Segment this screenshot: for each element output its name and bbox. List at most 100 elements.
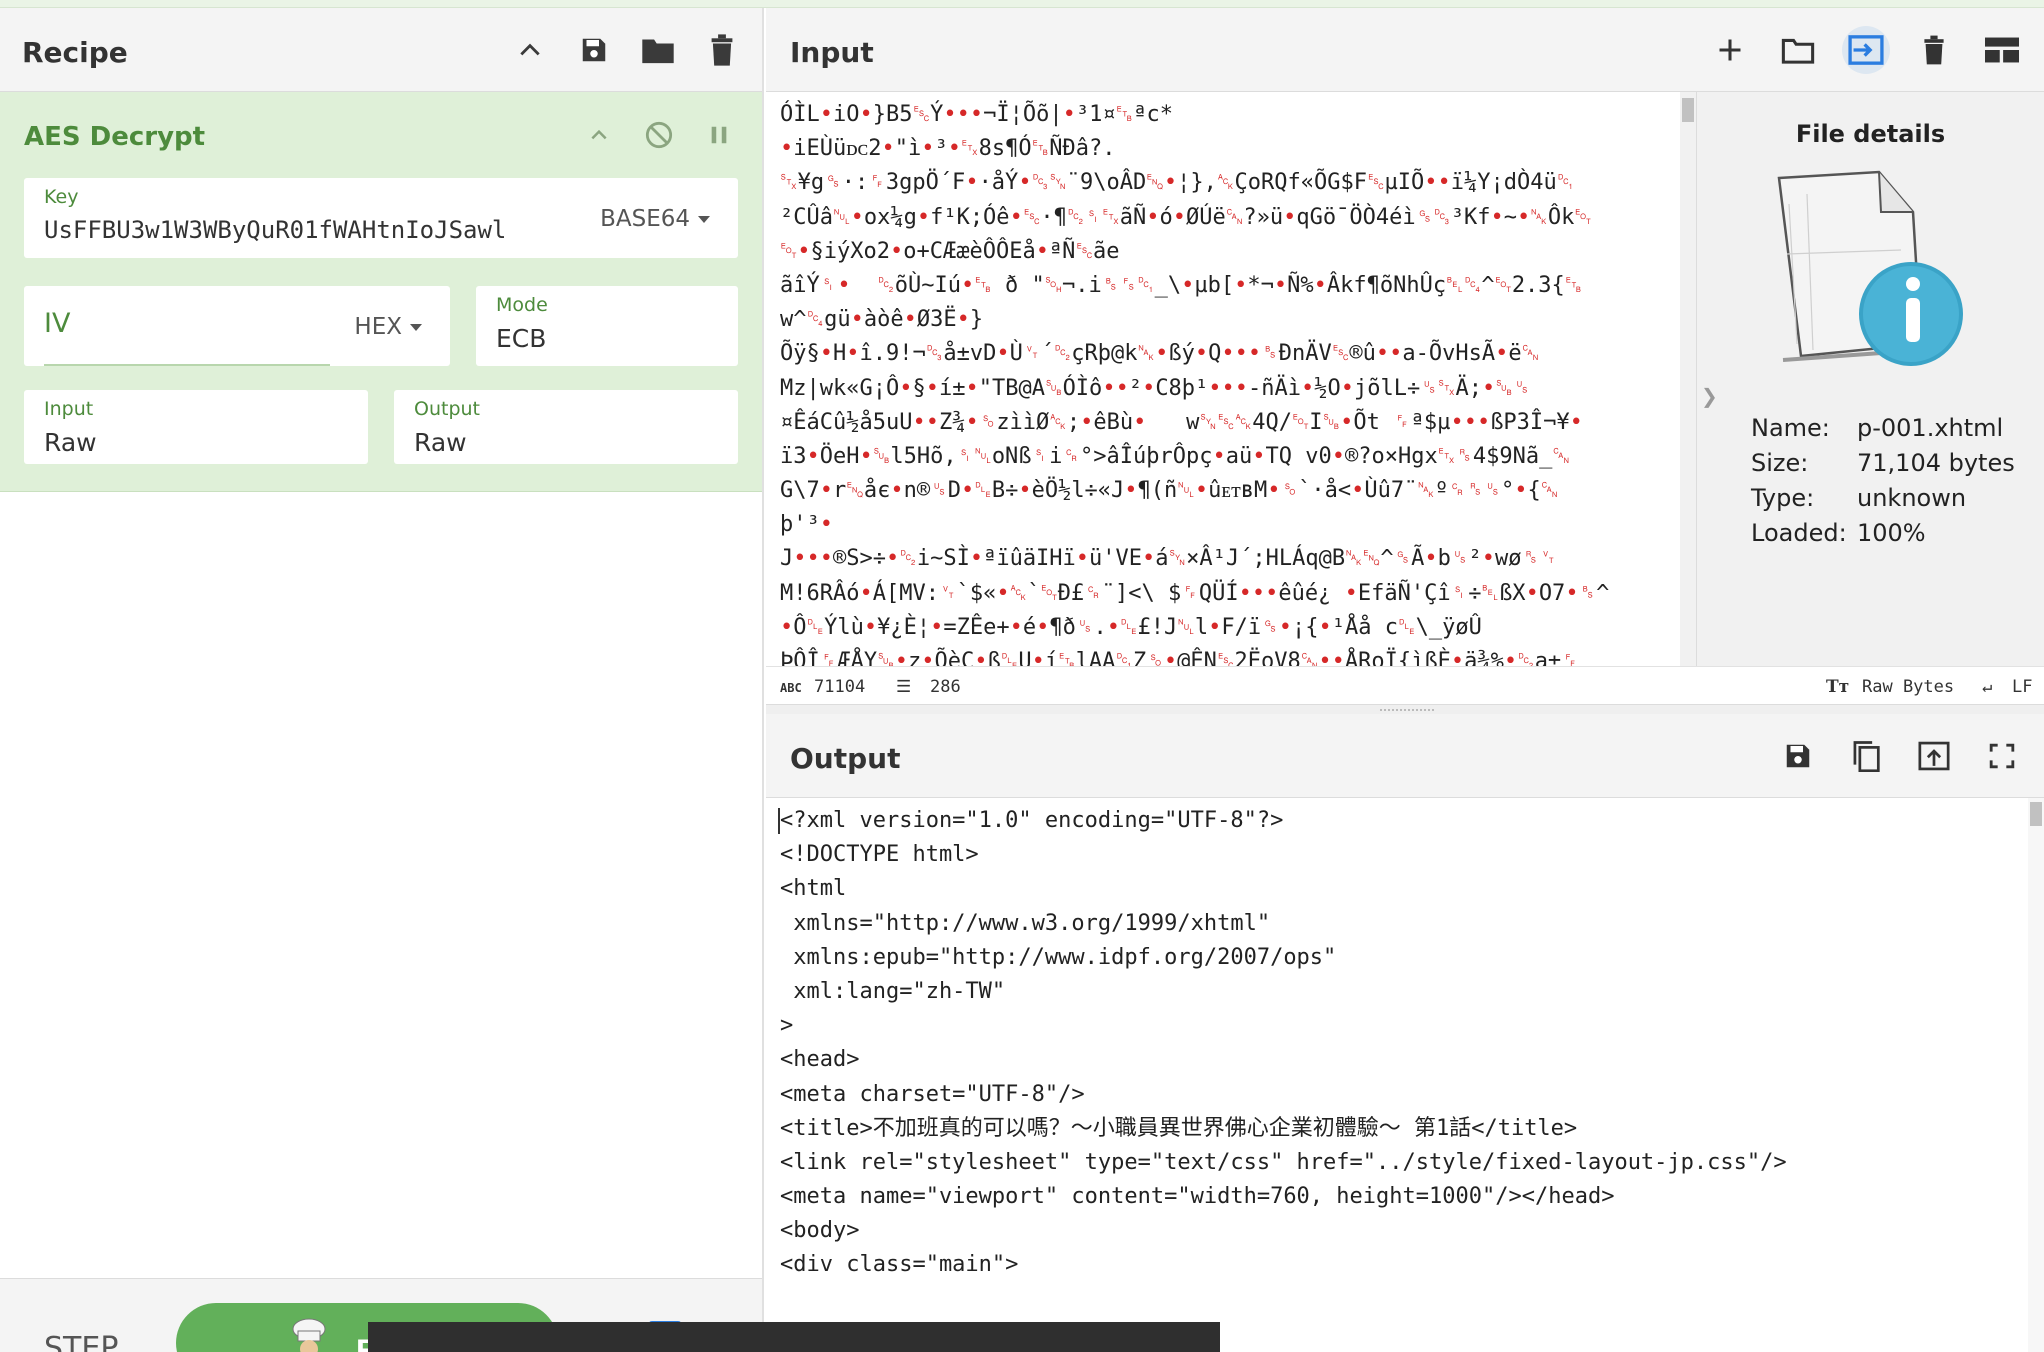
output-textarea[interactable]: <?xml version="1.0" encoding="UTF-8"?> <!… bbox=[766, 798, 2028, 1352]
mode-label: Mode bbox=[496, 294, 548, 316]
recipe-title: Recipe bbox=[22, 36, 128, 69]
output-format-label: Output bbox=[414, 398, 480, 420]
open-file-import-icon[interactable] bbox=[1842, 26, 1890, 74]
key-field[interactable]: Key UsFFBU3w1W3WByQuR01fWAHtnIoJSawl BAS… bbox=[24, 178, 738, 258]
open-folder-icon[interactable] bbox=[1774, 26, 1822, 74]
file-detail-key: Type: bbox=[1751, 483, 1815, 512]
load-recipe-folder-icon[interactable] bbox=[640, 32, 676, 68]
output-format-field[interactable]: Output Raw bbox=[394, 390, 738, 464]
input-format-field[interactable]: Input Raw bbox=[24, 390, 368, 464]
input-line: •Ô␐Ýlù•¥¿È¦•=ZÊe+•é•¶ð␟.•␐£!J␀l•F/ï␝•¡{•… bbox=[780, 614, 1482, 640]
input-line: w^␔gü•àòê•Ø3Ë•} bbox=[780, 307, 984, 333]
input-line: J•••®S>÷•␒i~SÌ•ªïûäIHï•ü'VE•á␖×Â¹J´;HLÁq… bbox=[780, 546, 1557, 572]
input-line: Õÿ§•H•î.9!¬␓å±vD•Ù␋´␒çRþ@k␕•ßý•Q•••␈ÐnÄV… bbox=[780, 341, 1540, 367]
iv-placeholder[interactable]: IV bbox=[44, 308, 70, 339]
output-title: Output bbox=[790, 742, 901, 775]
file-details-panel: ❯ File details Name: p-001.xhtml Size: 71,1… bbox=[1696, 92, 2044, 666]
iv-field[interactable]: IV HEX bbox=[24, 286, 450, 366]
input-line: ï3•ÖeH•␚l5Hõ,␏␀oNß␏i␍°>âÎúþrÔpç•aü•TQ v0… bbox=[780, 443, 1570, 469]
eol-icon: ↵ bbox=[1982, 677, 1993, 697]
disable-operation-icon[interactable] bbox=[644, 120, 674, 150]
step-button[interactable]: STEP bbox=[44, 1331, 118, 1352]
mode-value[interactable]: ECB bbox=[496, 324, 546, 353]
input-eol[interactable]: LF bbox=[2012, 677, 2032, 697]
input-line: ¤ÊáCû½å5uU••Z¾•␎zììØ␆;•êBù• w␖␛␆4Q/␄I␚•Õ… bbox=[780, 409, 1583, 435]
input-line: ãîÝ␏• ␒õÙ~Iú•␗ ð "␁¬.i␈␜␑_\•µb[•*¬•Ñ%•Âk… bbox=[780, 272, 1583, 298]
operation-title: AES Decrypt bbox=[24, 122, 206, 152]
key-label: Key bbox=[44, 186, 79, 208]
file-detail-key: Size: bbox=[1751, 448, 1809, 477]
input-line: ²CÛâ␀•ox¼g•f¹K;Óê•␛·¶␒␏␃ãÑ•ó•ØÚë␘?»ü•qGö… bbox=[780, 204, 1592, 230]
file-detail-value: unknown bbox=[1857, 483, 1967, 512]
file-detail-value: 71,104 bytes bbox=[1857, 448, 2015, 477]
save-output-icon[interactable] bbox=[1774, 732, 1822, 780]
copy-output-icon[interactable] bbox=[1842, 732, 1890, 780]
io-panel: Input ÓÌL•iO•}B5␛Ý•••¬Ï¦Õõ|•³1¤␗ªc* •iEÙ… bbox=[766, 8, 2044, 1352]
maximise-output-icon[interactable] bbox=[1978, 732, 2026, 780]
output-line: xmlns="http://www.w3.org/1999/xhtml" bbox=[780, 910, 1271, 936]
clear-recipe-trash-icon[interactable] bbox=[704, 32, 740, 68]
output-line: <html bbox=[780, 876, 847, 902]
file-detail-value: 100% bbox=[1857, 518, 1926, 547]
input-line: ␄•§iýXo2•o+CÆæèÔÔEå•ªÑ␛ãe bbox=[780, 238, 1120, 264]
abc-length-icon: ABC bbox=[780, 681, 802, 695]
input-line: G\7•r␅åє•n®␟D•␐B÷•èÖ½l÷«J•¶(ñ␀•ûᴇᴛʙM•␎`·… bbox=[780, 478, 1559, 504]
input-line: ␂¥g␝·:␌3gpÖ´F•·åÝ•␓␖¨9\oÂD␅•¦},␆ÇoRQf«ÕG… bbox=[780, 170, 1575, 196]
text-cursor bbox=[778, 808, 780, 834]
input-line: ÓÌL•iO•}B5␛Ý•••¬Ï¦Õõ|•³1¤␗ªc* bbox=[780, 102, 1173, 127]
layout-toggle-icon[interactable] bbox=[1978, 26, 2026, 74]
output-line: <meta charset="UTF-8"/> bbox=[780, 1081, 1085, 1107]
replace-input-icon[interactable] bbox=[1910, 732, 1958, 780]
input-status-bar: ABC 71104 ☰ 286 Tт Raw Bytes ↵ LF bbox=[766, 666, 2044, 704]
top-strip bbox=[0, 0, 2044, 8]
input-title: Input bbox=[790, 36, 874, 69]
cyberchef-app: Recipe AES Decrypt Key UsFFBU3w1W3WByQuR… bbox=[0, 0, 2044, 1352]
output-line: <body> bbox=[780, 1218, 860, 1244]
file-details-list: Name: p-001.xhtml Size: 71,104 bytes Type: un… bbox=[1751, 410, 2015, 550]
input-line: Mz|wk«G¡Ô•§•í±•"TB@A␚ÓÌô••²•C8þ¹•••-ñÄì•… bbox=[780, 375, 1531, 401]
add-tab-plus-icon[interactable] bbox=[1706, 26, 1754, 74]
iv-underline bbox=[44, 364, 330, 366]
aes-decrypt-operation: AES Decrypt Key UsFFBU3w1W3WByQuR01fWAHt… bbox=[0, 92, 762, 492]
input-textarea[interactable]: ÓÌL•iO•}B5␛Ý•••¬Ï¦Õõ|•³1¤␗ªc* •iEÙüᴅᴄ2•"ì… bbox=[766, 92, 1680, 666]
output-scrollbar[interactable] bbox=[2028, 798, 2044, 1352]
input-line: M!6RÂó•Á[MV:␋`$«•␆`␄Ð£␍¨]<\ $␌QÜÍ•••êûé¿… bbox=[780, 580, 1610, 606]
lines-icon: ☰ bbox=[896, 677, 912, 697]
input-encoding[interactable]: Raw Bytes bbox=[1862, 677, 1954, 697]
output-line: <title>不加班真的可以嗎？～小職員異世界佛心企業初體驗～ 第1話</tit… bbox=[780, 1115, 1578, 1141]
collapse-operation-icon[interactable] bbox=[584, 120, 614, 150]
output-header: Output bbox=[766, 714, 2044, 798]
font-size-icon[interactable]: Tт bbox=[1826, 677, 1849, 697]
recipe-panel: Recipe AES Decrypt Key UsFFBU3w1W3WByQuR… bbox=[0, 8, 764, 1352]
file-info-icon bbox=[1777, 170, 1963, 366]
input-line-count: 286 bbox=[930, 677, 961, 697]
output-line: <div class="main"> bbox=[780, 1252, 1019, 1278]
collapse-file-details-icon[interactable]: ❯ bbox=[1701, 384, 1718, 409]
file-detail-row: Name: p-001.xhtml bbox=[1751, 410, 2015, 445]
input-format-value[interactable]: Raw bbox=[44, 428, 97, 457]
output-line: <head> bbox=[780, 1047, 860, 1073]
save-recipe-icon[interactable] bbox=[576, 32, 612, 68]
input-header: Input bbox=[766, 8, 2044, 92]
output-line: xmlns:epub="http://www.idpf.org/2007/ops… bbox=[780, 944, 1337, 970]
output-line: <link rel="stylesheet" type="text/css" h… bbox=[780, 1149, 1787, 1175]
clear-input-trash-icon[interactable] bbox=[1910, 26, 1958, 74]
file-detail-key: Name: bbox=[1751, 413, 1830, 442]
iv-format-dropdown[interactable]: HEX bbox=[354, 314, 422, 340]
overlay-tooltip-bar bbox=[368, 1322, 1220, 1352]
output-line: <meta name="viewport" content="width=760… bbox=[780, 1184, 1615, 1210]
input-line: •iEÙüᴅᴄ2•"ì•³•␃8s¶Ó␗ÑÐâ?. bbox=[780, 136, 1116, 162]
output-format-value[interactable]: Raw bbox=[414, 428, 467, 457]
mode-field[interactable]: Mode ECB bbox=[476, 286, 738, 366]
output-line: <!DOCTYPE html> bbox=[780, 842, 979, 868]
file-detail-row: Loaded: 100% bbox=[1751, 515, 2015, 550]
output-line: xml:lang="zh-TW" bbox=[780, 978, 1006, 1004]
key-format-dropdown[interactable]: BASE64 bbox=[600, 206, 710, 232]
key-value[interactable]: UsFFBU3w1W3WByQuR01fWAHtnIoJSawl bbox=[44, 216, 506, 244]
input-scrollbar[interactable] bbox=[1680, 92, 1696, 666]
input-char-count: 71104 bbox=[814, 677, 866, 697]
pause-operation-icon[interactable] bbox=[704, 120, 734, 150]
input-format-label: Input bbox=[44, 398, 94, 420]
io-resize-divider[interactable] bbox=[766, 704, 2044, 714]
chevron-up-icon[interactable] bbox=[512, 32, 548, 68]
